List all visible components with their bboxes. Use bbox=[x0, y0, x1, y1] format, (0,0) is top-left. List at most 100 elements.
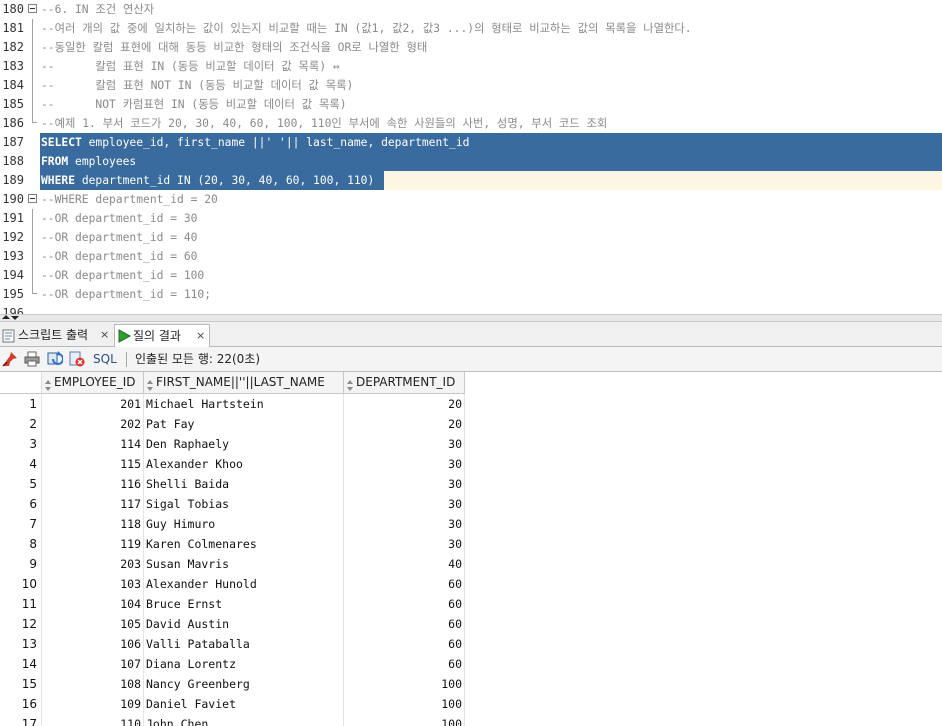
code-line[interactable]: 183 -- 칼럼 표현 IN (동등 비교할 데이터 값 목록) ↔ bbox=[0, 57, 942, 76]
row-number-cell[interactable]: 12 bbox=[0, 614, 42, 634]
code-line[interactable]: 192 --OR department_id = 40 bbox=[0, 228, 942, 247]
employee-id-cell[interactable]: 119 bbox=[42, 534, 144, 554]
row-number-cell[interactable]: 16 bbox=[0, 694, 42, 714]
table-row[interactable]: 14 107 Diana Lorentz 60 bbox=[0, 654, 466, 674]
employee-id-cell[interactable]: 107 bbox=[42, 654, 144, 674]
code-line[interactable]: 195 --OR department_id = 110; bbox=[0, 285, 942, 304]
code-line[interactable]: 184 -- 칼럼 표현 NOT IN (동등 비교할 데이터 값 목록) bbox=[0, 76, 942, 95]
department-id-cell[interactable]: 30 bbox=[344, 514, 465, 534]
employee-id-cell[interactable]: 105 bbox=[42, 614, 144, 634]
sort-icon[interactable] bbox=[147, 377, 153, 391]
tab-script-output[interactable]: 스크립트 출력 × bbox=[0, 324, 113, 346]
department-id-cell[interactable]: 30 bbox=[344, 534, 465, 554]
department-id-cell[interactable]: 30 bbox=[344, 494, 465, 514]
refresh-icon[interactable] bbox=[47, 351, 64, 367]
employee-id-cell[interactable]: 202 bbox=[42, 414, 144, 434]
employee-id-cell[interactable]: 203 bbox=[42, 554, 144, 574]
department-id-cell[interactable]: 60 bbox=[344, 654, 465, 674]
code-line[interactable]: 189 WHERE department_id IN (20, 30, 40, 6… bbox=[0, 171, 942, 190]
table-row[interactable]: 5 116 Shelli Baida 30 bbox=[0, 474, 466, 494]
full-name-cell[interactable]: Nancy Greenberg bbox=[144, 674, 344, 694]
employee-id-cell[interactable]: 115 bbox=[42, 454, 144, 474]
table-row[interactable]: 15 108 Nancy Greenberg 100 bbox=[0, 674, 466, 694]
column-header-department-id[interactable]: DEPARTMENT_ID bbox=[344, 372, 465, 394]
employee-id-cell[interactable]: 117 bbox=[42, 494, 144, 514]
row-number-cell[interactable]: 15 bbox=[0, 674, 42, 694]
sort-icon[interactable] bbox=[347, 377, 353, 391]
collapse-up-icon[interactable] bbox=[2, 315, 10, 319]
row-number-cell[interactable]: 10 bbox=[0, 574, 42, 594]
employee-id-cell[interactable]: 118 bbox=[42, 514, 144, 534]
employee-id-cell[interactable]: 201 bbox=[42, 394, 144, 414]
row-number-cell[interactable]: 1 bbox=[0, 394, 42, 414]
department-id-cell[interactable]: 100 bbox=[344, 674, 465, 694]
code-line[interactable]: 182 --동일한 칼럼 표현에 대해 동등 비교한 형태의 조건식을 OR로 나… bbox=[0, 38, 942, 57]
full-name-cell[interactable]: Alexander Khoo bbox=[144, 454, 344, 474]
full-name-cell[interactable]: Diana Lorentz bbox=[144, 654, 344, 674]
code-line[interactable]: 188 FROM employees bbox=[0, 152, 942, 171]
column-header-full-name[interactable]: FIRST_NAME||''||LAST_NAME bbox=[144, 372, 344, 394]
department-id-cell[interactable]: 40 bbox=[344, 554, 465, 574]
employee-id-cell[interactable]: 116 bbox=[42, 474, 144, 494]
department-id-cell[interactable]: 60 bbox=[344, 594, 465, 614]
department-id-cell[interactable]: 20 bbox=[344, 394, 465, 414]
full-name-cell[interactable]: John Chen bbox=[144, 714, 344, 726]
full-name-cell[interactable]: Den Raphaely bbox=[144, 434, 344, 454]
sql-editor[interactable]: 180 --6. IN 조건 연산자 181 --여러 개의 값 중에 일치하는 값이… bbox=[0, 0, 942, 314]
table-row[interactable]: 4 115 Alexander Khoo 30 bbox=[0, 454, 466, 474]
full-name-cell[interactable]: Sigal Tobias bbox=[144, 494, 344, 514]
row-number-cell[interactable]: 13 bbox=[0, 634, 42, 654]
department-id-cell[interactable]: 30 bbox=[344, 434, 465, 454]
employee-id-cell[interactable]: 103 bbox=[42, 574, 144, 594]
sort-icon[interactable] bbox=[45, 377, 51, 391]
department-id-cell[interactable]: 60 bbox=[344, 574, 465, 594]
cancel-fetch-icon[interactable] bbox=[69, 351, 85, 367]
tab-query-result-close[interactable]: × bbox=[196, 325, 205, 347]
full-name-cell[interactable]: Guy Himuro bbox=[144, 514, 344, 534]
full-name-cell[interactable]: Shelli Baida bbox=[144, 474, 344, 494]
table-row[interactable]: 17 110 John Chen 100 bbox=[0, 714, 466, 726]
row-number-cell[interactable]: 5 bbox=[0, 474, 42, 494]
row-number-cell[interactable]: 9 bbox=[0, 554, 42, 574]
department-id-cell[interactable]: 20 bbox=[344, 414, 465, 434]
employee-id-cell[interactable]: 104 bbox=[42, 594, 144, 614]
code-line[interactable]: 181 --여러 개의 값 중에 일치하는 값이 있는지 비교할 때는 IN (값… bbox=[0, 19, 942, 38]
row-number-cell[interactable]: 8 bbox=[0, 534, 42, 554]
row-number-cell[interactable]: 4 bbox=[0, 454, 42, 474]
code-line[interactable]: 190 --WHERE department_id = 20 bbox=[0, 190, 942, 209]
query-result-grid[interactable]: EMPLOYEE_ID FIRST_NAME||''||LAST_NAME DE… bbox=[0, 372, 942, 726]
department-id-cell[interactable]: 60 bbox=[344, 614, 465, 634]
pin-icon[interactable] bbox=[2, 351, 18, 367]
code-line[interactable]: 191 --OR department_id = 30 bbox=[0, 209, 942, 228]
full-name-cell[interactable]: Alexander Hunold bbox=[144, 574, 344, 594]
full-name-cell[interactable]: Michael Hartstein bbox=[144, 394, 344, 414]
table-row[interactable]: 11 104 Bruce Ernst 60 bbox=[0, 594, 466, 614]
fold-toggle-icon[interactable] bbox=[28, 194, 37, 203]
code-line[interactable]: 194 --OR department_id = 100 bbox=[0, 266, 942, 285]
full-name-cell[interactable]: Karen Colmenares bbox=[144, 534, 344, 554]
row-number-cell[interactable]: 14 bbox=[0, 654, 42, 674]
code-line[interactable]: 193 --OR department_id = 60 bbox=[0, 247, 942, 266]
code-line[interactable]: 187 SELECT employee_id, first_name ||' '|… bbox=[0, 133, 942, 152]
table-row[interactable]: 6 117 Sigal Tobias 30 bbox=[0, 494, 466, 514]
print-icon[interactable] bbox=[24, 351, 40, 367]
table-row[interactable]: 12 105 David Austin 60 bbox=[0, 614, 466, 634]
tab-script-output-close[interactable]: × bbox=[100, 324, 109, 346]
full-name-cell[interactable]: Pat Fay bbox=[144, 414, 344, 434]
department-id-cell[interactable]: 30 bbox=[344, 474, 465, 494]
department-id-cell[interactable]: 60 bbox=[344, 634, 465, 654]
full-name-cell[interactable]: Susan Mavris bbox=[144, 554, 344, 574]
column-header-employee-id[interactable]: EMPLOYEE_ID bbox=[42, 372, 144, 394]
row-number-cell[interactable]: 11 bbox=[0, 594, 42, 614]
code-line[interactable]: 185 -- NOT 카럼표현 IN (동등 비교할 데이터 값 목록) bbox=[0, 95, 942, 114]
department-id-cell[interactable]: 100 bbox=[344, 694, 465, 714]
row-number-cell[interactable]: 3 bbox=[0, 434, 42, 454]
sql-link[interactable]: SQL bbox=[93, 347, 117, 372]
table-row[interactable]: 3 114 Den Raphaely 30 bbox=[0, 434, 466, 454]
table-row[interactable]: 9 203 Susan Mavris 40 bbox=[0, 554, 466, 574]
table-row[interactable]: 8 119 Karen Colmenares 30 bbox=[0, 534, 466, 554]
expand-down-icon[interactable] bbox=[11, 316, 19, 320]
code-line[interactable]: 186 --예제 1. 부서 코드가 20, 30, 40, 60, 100, 1… bbox=[0, 114, 942, 133]
row-number-cell[interactable]: 6 bbox=[0, 494, 42, 514]
code-line[interactable]: 180 --6. IN 조건 연산자 bbox=[0, 0, 942, 19]
